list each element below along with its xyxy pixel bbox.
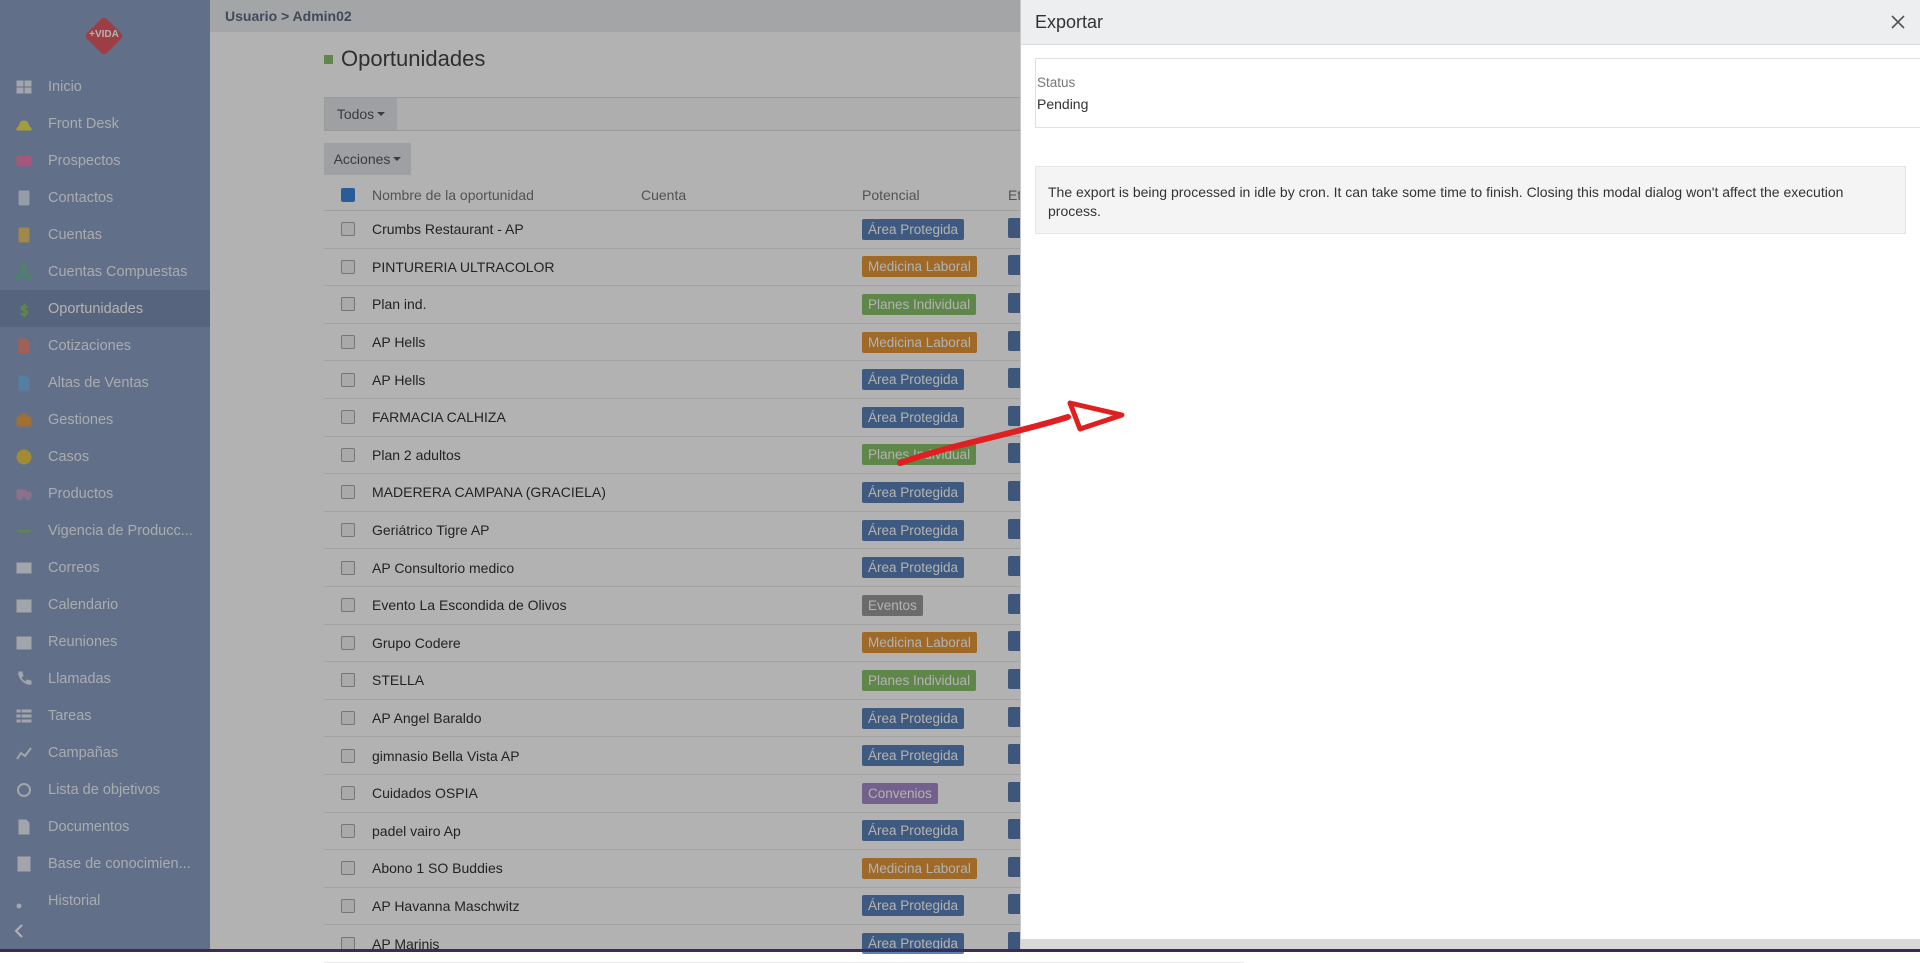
close-icon[interactable] <box>1890 14 1906 30</box>
status-label: Status <box>1037 75 1076 90</box>
status-box: Status Pending <box>1035 58 1920 128</box>
export-modal: Exportar Status Pending The export is be… <box>1020 0 1920 949</box>
modal-scrollbar[interactable] <box>1021 939 1920 949</box>
status-value: Pending <box>1037 96 1089 112</box>
modal-title: Exportar <box>1035 12 1104 32</box>
red-arrow-annotation <box>897 400 1125 466</box>
modal-backdrop[interactable] <box>0 0 1020 949</box>
modal-header: Exportar <box>1021 0 1920 45</box>
export-notice: The export is being processed in idle by… <box>1035 166 1906 234</box>
notice-text: The export is being processed in idle by… <box>1048 184 1844 219</box>
